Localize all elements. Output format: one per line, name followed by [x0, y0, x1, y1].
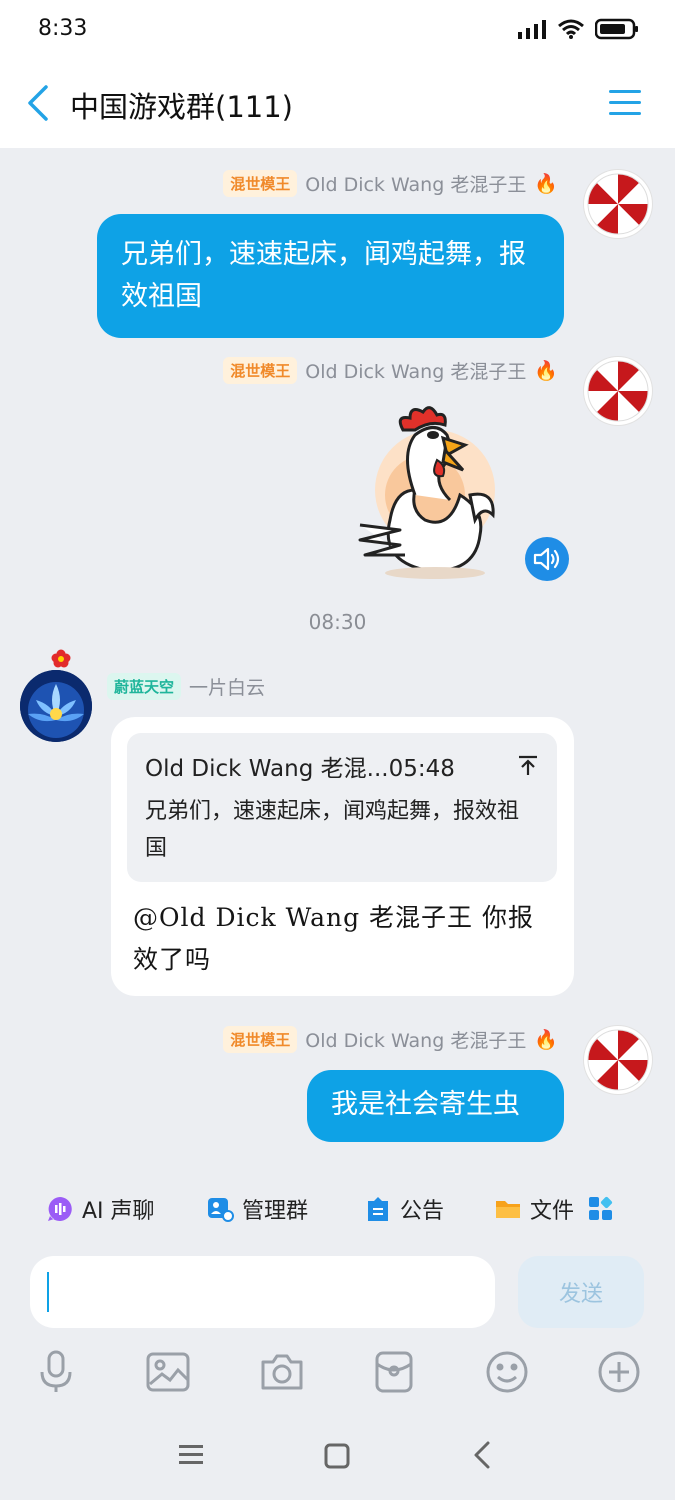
- send-button[interactable]: 发送: [518, 1256, 644, 1328]
- status-time: 8:33: [38, 16, 88, 41]
- system-nav-bar: [0, 1420, 675, 1490]
- flower-decoration-icon: [51, 649, 71, 668]
- flame-icon: 🔥: [534, 360, 558, 382]
- quote-text: 兄弟们，速速起床，闻鸡起舞，报效祖国: [145, 799, 520, 861]
- sender-row: 混世模王 Old Dick Wang 老混子王 🔥: [223, 170, 558, 197]
- sender-row: 蔚蓝天空 一片白云: [107, 673, 265, 700]
- quoted-message[interactable]: Old Dick Wang 老混...05:48 兄弟们，速速起床，闻鸡起舞，报…: [127, 733, 557, 882]
- umbrella-avatar-icon: [587, 360, 649, 422]
- tool-manage-group[interactable]: 管理群: [206, 1193, 364, 1225]
- microphone-icon[interactable]: [38, 1350, 74, 1394]
- umbrella-avatar-icon: [587, 173, 649, 235]
- back-arrow-icon[interactable]: [24, 84, 52, 122]
- tool-announcement[interactable]: 公告: [364, 1193, 494, 1225]
- avatar[interactable]: [584, 170, 652, 238]
- title-badge: 混世模王: [223, 357, 298, 384]
- avatar[interactable]: [584, 1026, 652, 1094]
- red-packet-icon[interactable]: [374, 1350, 414, 1394]
- sender-name: Old Dick Wang 老混子王: [305, 1030, 527, 1052]
- title-badge: 混世模王: [223, 1026, 298, 1053]
- recent-apps-icon[interactable]: [177, 1442, 205, 1468]
- avatar[interactable]: [20, 670, 92, 742]
- flame-icon: 🔥: [534, 1029, 558, 1051]
- message-bubble[interactable]: Old Dick Wang 老混...05:48 兄弟们，速速起床，闻鸡起舞，报…: [111, 717, 574, 996]
- title-badge: 混世模王: [223, 170, 298, 197]
- quote-header: Old Dick Wang 老混...05:48: [145, 756, 455, 782]
- speaker-icon: [533, 547, 560, 571]
- announcement-icon: [368, 1197, 388, 1221]
- nav-back-icon[interactable]: [470, 1440, 494, 1470]
- add-more-icon[interactable]: [597, 1350, 641, 1394]
- title-badge: 蔚蓝天空: [107, 673, 182, 700]
- flame-icon: 🔥: [534, 173, 558, 195]
- time-separator: 08:30: [308, 610, 367, 634]
- top-bar: 8:33 中国游戏群(111): [0, 0, 675, 148]
- folder-icon: [496, 1201, 520, 1218]
- group-title: 中国游戏群(111): [70, 90, 293, 124]
- voice-play-button[interactable]: [525, 537, 569, 581]
- avatar[interactable]: [584, 357, 652, 425]
- message-text: 兄弟们，速速起床，闻鸡起舞，报效祖国: [121, 239, 526, 312]
- menu-icon[interactable]: [609, 88, 641, 118]
- ai-voice-icon: [48, 1197, 72, 1221]
- tool-label: 文件: [530, 1199, 574, 1224]
- sender-name: Old Dick Wang 老混子王: [305, 361, 527, 383]
- status-icons: [517, 18, 639, 40]
- image-icon[interactable]: [146, 1352, 190, 1392]
- message-text: 我是社会寄生虫: [331, 1089, 520, 1120]
- sender-name: Old Dick Wang 老混子王: [305, 174, 527, 196]
- battery-icon: [595, 18, 638, 40]
- camera-icon[interactable]: [259, 1352, 305, 1392]
- tool-files[interactable]: 文件: [494, 1193, 574, 1225]
- message-bubble[interactable]: 兄弟们，速速起床，闻鸡起舞，报效祖国: [97, 214, 564, 338]
- text-cursor: [47, 1272, 49, 1312]
- rooster-sticker[interactable]: [355, 400, 505, 580]
- message-text: @Old Dick Wang 老混子王 你报效了吗: [133, 903, 535, 974]
- signal-icon: [518, 20, 546, 39]
- message-input[interactable]: [30, 1256, 495, 1328]
- manage-group-icon: [208, 1198, 234, 1222]
- lotus-avatar-icon: [20, 670, 92, 742]
- sender-row: 混世模王 Old Dick Wang 老混子王 🔥: [223, 357, 558, 384]
- message-bubble[interactable]: 我是社会寄生虫: [307, 1070, 564, 1142]
- umbrella-avatar-icon: [587, 1029, 649, 1091]
- tool-label: AI 声聊: [82, 1199, 155, 1224]
- tool-label: 公告: [400, 1199, 445, 1224]
- input-actions-bar: [0, 1348, 675, 1398]
- home-icon[interactable]: [323, 1442, 351, 1470]
- sender-name: 一片白云: [189, 677, 266, 699]
- tool-ai-voice[interactable]: AI 声聊: [46, 1193, 206, 1225]
- tool-label: 管理群: [242, 1199, 309, 1224]
- more-apps-icon[interactable]: [588, 1196, 614, 1222]
- jump-to-top-icon[interactable]: [517, 755, 539, 777]
- quick-toolbar: AI 声聊 管理群 公告 文件: [46, 1190, 646, 1228]
- wifi-icon: [558, 19, 584, 39]
- emoji-icon[interactable]: [485, 1350, 529, 1394]
- sender-row: 混世模王 Old Dick Wang 老混子王 🔥: [223, 1026, 558, 1053]
